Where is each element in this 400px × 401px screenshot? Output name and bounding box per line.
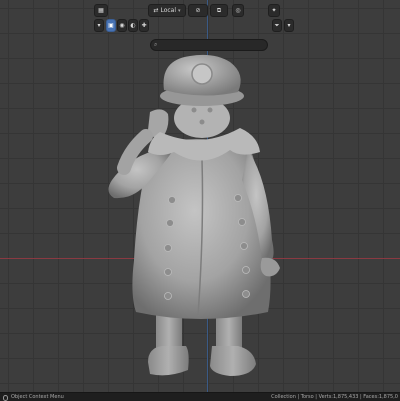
coat-button [164,292,172,300]
object-mode-icon[interactable]: ▦ [94,4,108,17]
header-row-bottom: ▾ ▣ ◉ ◐ ✚ ⌕ ⏷ ▾ [0,19,400,51]
chevron-down-icon: ▾ [178,7,181,14]
3d-viewport[interactable] [0,0,400,400]
proportional-edit-icon[interactable]: ◎ [232,4,244,17]
coat-button [168,196,176,204]
empty-filter-icon[interactable]: ✚ [139,19,149,32]
filter-icon[interactable]: ⏷ [272,19,282,32]
face-button-2 [207,107,213,113]
header-row-top: ▦ ⇄ Local ▾ ⊘ ⧉ ◎ ✦ [0,4,400,19]
coat-button [242,266,250,274]
mesh-filter-icon[interactable]: ▣ [106,19,116,32]
left-boot [148,346,189,376]
right-boot [210,346,256,376]
coat-button [234,194,242,202]
transform-orientation-dropdown[interactable]: ⇄ Local ▾ [148,4,186,17]
light-filter-icon[interactable]: ◐ [128,19,138,32]
camera-filter-icon[interactable]: ◉ [117,19,127,32]
visibility-icon[interactable]: ▾ [94,19,104,32]
coat-button [164,268,172,276]
coat-button [164,244,172,252]
right-hand [260,257,280,277]
options-icon[interactable]: ▾ [284,19,294,32]
cap-badge [191,63,213,85]
face-button-1 [191,107,197,113]
viewport-header: ▦ ⇄ Local ▾ ⊘ ⧉ ◎ ✦ ▾ ▣ ◉ ◐ ✚ ⌕ ⏷ ▾ [0,0,400,51]
search-field[interactable]: ⌕ [150,39,268,51]
coat-button [242,290,250,298]
coat-button [166,219,174,227]
coat-button [240,242,248,250]
search-input[interactable] [157,41,260,49]
orientation-icon: ⇄ [153,7,159,14]
character-model[interactable] [90,40,310,390]
gizmo-icon[interactable]: ✦ [268,4,280,17]
coat-button [238,218,246,226]
pivot-point-icon[interactable]: ⊘ [188,4,208,17]
face-button-3 [199,119,205,125]
snap-icon[interactable]: ⧉ [210,4,228,17]
